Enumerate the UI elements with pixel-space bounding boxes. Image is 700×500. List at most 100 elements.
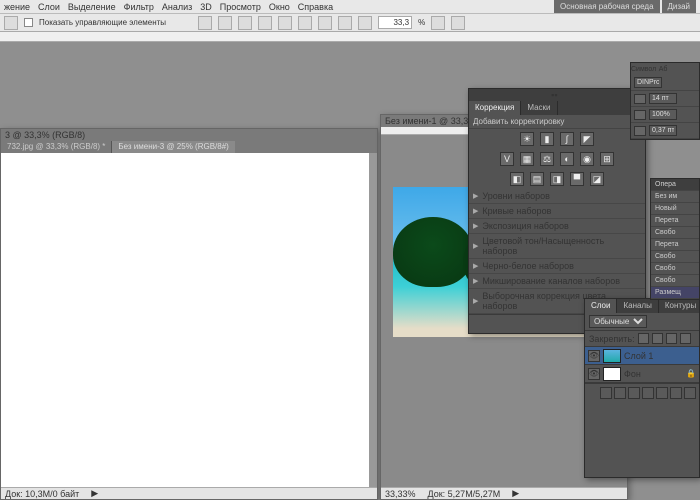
lock-position-icon[interactable] xyxy=(666,333,677,344)
list-item[interactable]: Свобо xyxy=(651,275,699,287)
mask-icon[interactable] xyxy=(628,387,640,399)
menu-item[interactable]: Окно xyxy=(269,2,290,12)
exposure-icon[interactable]: ◤ xyxy=(580,132,594,146)
panel-tab[interactable]: Маски xyxy=(521,101,557,115)
invert-icon[interactable]: ◧ xyxy=(510,172,524,186)
checkbox[interactable] xyxy=(24,18,33,27)
layer-thumbnail[interactable] xyxy=(603,349,621,363)
align-icon[interactable] xyxy=(318,16,332,30)
new-layer-icon[interactable] xyxy=(670,387,682,399)
menu-item[interactable]: Слои xyxy=(38,2,60,12)
grid-icon[interactable] xyxy=(451,16,465,30)
layer-row[interactable]: 👁 Слой 1 xyxy=(585,347,699,365)
status-arrow-icon[interactable]: ▶ xyxy=(91,488,98,499)
panel-tab[interactable]: Коррекция xyxy=(469,101,521,115)
layer-thumbnail[interactable] xyxy=(603,367,621,381)
list-item[interactable]: Свобо xyxy=(651,263,699,275)
workspace-tab[interactable]: Дизай xyxy=(662,0,696,13)
panel-tab[interactable]: Каналы xyxy=(617,299,658,313)
panel-menu-icon[interactable]: ▪▪ xyxy=(551,90,557,100)
levels-icon[interactable]: ▮ xyxy=(540,132,554,146)
options-bar: Показать управляющие элементы % xyxy=(0,14,700,32)
brightness-icon[interactable]: ☀ xyxy=(520,132,534,146)
balance-icon[interactable]: ⚖ xyxy=(540,152,554,166)
menu-item[interactable]: 3D xyxy=(200,2,212,12)
menu-item[interactable]: Просмотр xyxy=(220,2,261,12)
curves-icon[interactable]: ∫ xyxy=(560,132,574,146)
layer-row[interactable]: 👁 Фон 🔒 xyxy=(585,365,699,383)
panel-tab[interactable]: Символ xyxy=(631,66,656,73)
menu-item[interactable]: Выделение xyxy=(68,2,116,12)
posterize-icon[interactable]: ▤ xyxy=(530,172,544,186)
mixer-icon[interactable]: ⊞ xyxy=(600,152,614,166)
tracking-input[interactable] xyxy=(649,125,677,136)
canvas[interactable] xyxy=(1,153,369,487)
vibrance-icon[interactable]: V xyxy=(500,152,514,166)
list-item[interactable]: Размещ xyxy=(651,287,699,299)
panel-tab[interactable]: Аб xyxy=(659,66,668,73)
blend-mode-select[interactable]: Обычные xyxy=(589,315,647,328)
trash-icon[interactable] xyxy=(684,387,696,399)
menu-item[interactable]: жение xyxy=(4,2,30,12)
doc-titlebar[interactable]: 3 @ 33,3% (RGB/8) xyxy=(1,129,377,141)
align-icon[interactable] xyxy=(278,16,292,30)
list-item[interactable]: Новый xyxy=(651,203,699,215)
panel-tab[interactable]: Контуры xyxy=(659,299,700,313)
list-item[interactable]: ▶Экспозиция наборов xyxy=(469,219,645,234)
doc-tab[interactable]: Без имени-3 @ 25% (RGB/8#) xyxy=(112,141,234,153)
view-icon[interactable] xyxy=(431,16,445,30)
list-item[interactable]: Перета xyxy=(651,239,699,251)
lock-label: Закрепить: xyxy=(589,334,635,344)
lock-transparent-icon[interactable] xyxy=(638,333,649,344)
doc-tab[interactable]: 732.jpg @ 33,3% (RGB/8) * xyxy=(1,141,112,153)
leading-icon xyxy=(634,110,646,120)
list-item[interactable]: ▶Цветовой тон/Насыщенность наборов xyxy=(469,234,645,259)
panel-subtitle: Добавить корректировку xyxy=(469,115,645,129)
menu-item[interactable]: Справка xyxy=(298,2,333,12)
layer-name[interactable]: Фон xyxy=(624,369,641,379)
gradient-map-icon[interactable]: ▀ xyxy=(570,172,584,186)
workspace-tab[interactable]: Основная рабочая среда xyxy=(554,0,660,13)
list-item[interactable]: ▶Микширование каналов наборов xyxy=(469,274,645,289)
layers-panel: Слои Каналы Контуры Обычные Закрепить: 👁… xyxy=(584,298,700,478)
menu-item[interactable]: Анализ xyxy=(162,2,192,12)
list-item[interactable]: Перета xyxy=(651,215,699,227)
lock-all-icon[interactable] xyxy=(680,333,691,344)
lock-pixels-icon[interactable] xyxy=(652,333,663,344)
fx-icon[interactable] xyxy=(614,387,626,399)
group-icon[interactable] xyxy=(656,387,668,399)
layer-name[interactable]: Слой 1 xyxy=(624,351,653,361)
visibility-icon[interactable]: 👁 xyxy=(588,350,600,362)
align-icon[interactable] xyxy=(238,16,252,30)
font-size-input[interactable] xyxy=(649,93,677,104)
selective-icon[interactable]: ◪ xyxy=(590,172,604,186)
list-item[interactable]: ▶Кривые наборов xyxy=(469,204,645,219)
status-arrow-icon[interactable]: ▶ xyxy=(512,488,519,499)
link-icon[interactable] xyxy=(600,387,612,399)
list-item[interactable]: ▶Уровни наборов xyxy=(469,189,645,204)
align-icon[interactable] xyxy=(258,16,272,30)
font-select[interactable] xyxy=(634,77,662,88)
align-icon[interactable] xyxy=(298,16,312,30)
panel-tab[interactable]: Опера xyxy=(651,179,699,191)
list-item[interactable]: Свобо xyxy=(651,251,699,263)
leading-input[interactable] xyxy=(649,109,677,120)
visibility-icon[interactable]: 👁 xyxy=(588,368,600,380)
panel-tab[interactable]: Слои xyxy=(585,299,617,313)
align-icon[interactable] xyxy=(358,16,372,30)
adjustment-icon[interactable] xyxy=(642,387,654,399)
zoom-input[interactable] xyxy=(378,16,412,29)
character-panel: Символ Аб xyxy=(630,62,700,140)
tool-preset-icon[interactable] xyxy=(4,16,18,30)
list-item[interactable]: Без им xyxy=(651,191,699,203)
photo-filter-icon[interactable]: ◉ xyxy=(580,152,594,166)
list-item[interactable]: ▶Черно-белое наборов xyxy=(469,259,645,274)
align-icon[interactable] xyxy=(338,16,352,30)
threshold-icon[interactable]: ◨ xyxy=(550,172,564,186)
align-icon[interactable] xyxy=(218,16,232,30)
bw-icon[interactable]: ◐ xyxy=(560,152,574,166)
align-icon[interactable] xyxy=(198,16,212,30)
menu-item[interactable]: Фильтр xyxy=(124,2,154,12)
hue-icon[interactable]: ▦ xyxy=(520,152,534,166)
list-item[interactable]: Свобо xyxy=(651,227,699,239)
